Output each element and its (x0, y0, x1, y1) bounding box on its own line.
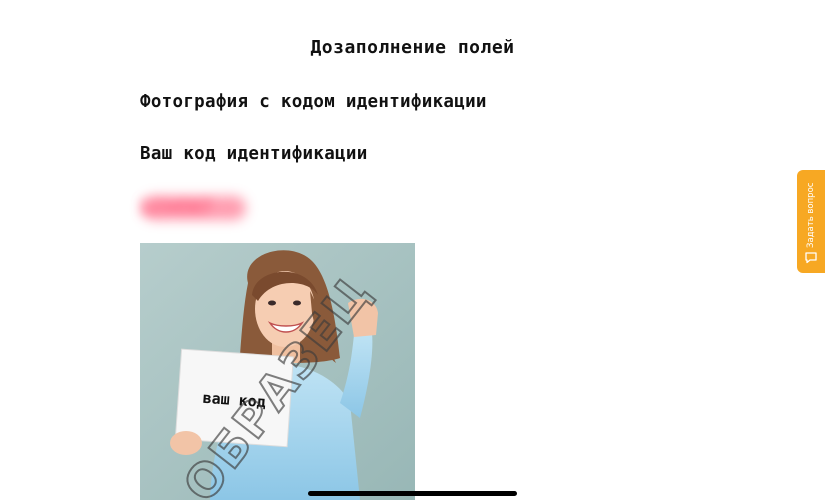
code-section-heading: Ваш код идентификации (140, 144, 368, 164)
home-indicator[interactable] (308, 491, 517, 496)
sample-photo-illustration: ваш код ОБРАЗЕЦ (140, 243, 415, 500)
ask-question-label: Задать вопрос (806, 182, 816, 248)
page-title: Дозаполнение полей (310, 37, 515, 58)
sample-photo: ваш код ОБРАЗЕЦ (140, 243, 415, 500)
photo-section-heading: Фотография с кодом идентификации (140, 92, 487, 112)
chat-bubble-icon (804, 249, 818, 264)
identification-code-value: 1234567 (140, 198, 212, 218)
ask-question-tab[interactable]: Задать вопрос (797, 170, 825, 273)
